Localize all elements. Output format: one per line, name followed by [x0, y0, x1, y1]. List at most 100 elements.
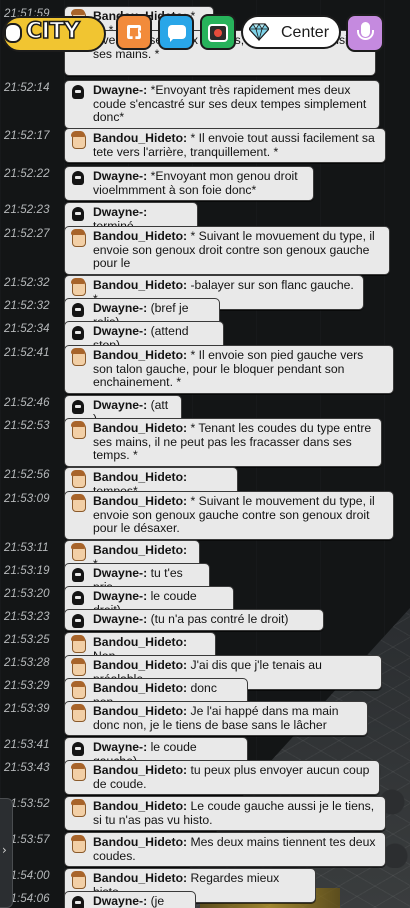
message-username[interactable]: Dwayne-:: [93, 83, 147, 97]
message-username[interactable]: Dwayne-:: [93, 894, 147, 908]
user-avatar-dwayne[interactable]: [68, 398, 88, 416]
chat-message-row: 21:52:53 Bandou_Hideto: * Tenant les coud…: [0, 418, 410, 467]
user-avatar-bandou[interactable]: [68, 681, 88, 699]
message-username[interactable]: Bandou_Hideto:: [93, 635, 187, 649]
user-avatar-bandou[interactable]: [68, 278, 88, 296]
message-text: (tu n'a pas contré le droit): [150, 612, 289, 626]
message-username[interactable]: Bandou_Hideto:: [93, 278, 187, 292]
user-avatar-dwayne[interactable]: [68, 566, 88, 584]
user-avatar-bandou[interactable]: [68, 348, 88, 366]
top-toolbar: CITY Center: [0, 0, 410, 60]
message-username[interactable]: Dwayne-:: [93, 740, 147, 754]
user-avatar-dwayne[interactable]: [68, 301, 88, 319]
microphone-icon[interactable]: [346, 14, 384, 52]
user-avatar-bandou[interactable]: [68, 835, 88, 853]
chat-message-row: 21:52:34Dwayne-: (attend stop): [0, 321, 410, 356]
chat-bubble[interactable]: Dwayne-: (je relis): [64, 891, 196, 908]
chat-bubble[interactable]: Bandou_Hideto: * Suivant le mouvement du…: [64, 491, 394, 540]
message-username[interactable]: Bandou_Hideto:: [93, 681, 187, 695]
message-timestamp: 21:53:41: [4, 739, 50, 751]
user-avatar-bandou[interactable]: [68, 470, 88, 488]
message-username[interactable]: Dwayne-:: [93, 398, 147, 412]
user-avatar-bandou[interactable]: [68, 131, 88, 149]
chat-message-row: 21:53:57 Bandou_Hideto: Mes deux mains ti…: [0, 832, 410, 867]
chat-message-row: 21:52:23Dwayne-: terminé: [0, 202, 410, 237]
user-avatar-bandou[interactable]: [68, 229, 88, 247]
user-avatar-dwayne[interactable]: [68, 324, 88, 342]
message-username[interactable]: Bandou_Hideto:: [93, 658, 187, 672]
message-username[interactable]: Bandou_Hideto:: [93, 470, 187, 484]
user-avatar-dwayne[interactable]: [68, 612, 88, 630]
message-username[interactable]: Bandou_Hideto:: [93, 421, 187, 435]
message-username[interactable]: Bandou_Hideto:: [93, 704, 187, 718]
chat-bubble[interactable]: Bandou_Hideto: * Il envoie tout aussi fa…: [64, 128, 386, 163]
chat-message-row: 21:53:25Bandou_Hideto: Non: [0, 632, 410, 667]
message-username[interactable]: Bandou_Hideto:: [93, 763, 187, 777]
message-username[interactable]: Bandou_Hideto:: [93, 835, 187, 849]
chat-bubble[interactable]: Dwayne-: *Envoyant très rapidement mes d…: [64, 80, 380, 129]
user-avatar-bandou[interactable]: [68, 871, 88, 889]
message-username[interactable]: Dwayne-:: [93, 589, 147, 603]
user-avatar-dwayne[interactable]: [68, 83, 88, 101]
chat-message-row: 21:53:28 Bandou_Hideto: J'ai dis que j'le…: [0, 655, 410, 690]
message-username[interactable]: Bandou_Hideto:: [93, 871, 187, 885]
user-avatar-bandou[interactable]: [68, 494, 88, 512]
side-panel-toggle[interactable]: ›: [0, 798, 13, 908]
chat-bubble[interactable]: Bandou_Hideto: * Suivant le movuement du…: [64, 226, 390, 275]
user-avatar-dwayne[interactable]: [68, 589, 88, 607]
message-timestamp: 21:52:34: [4, 323, 50, 335]
message-username[interactable]: Dwayne-:: [93, 324, 147, 338]
message-username[interactable]: Dwayne-:: [93, 205, 147, 219]
fullscreen-icon[interactable]: [116, 14, 152, 50]
message-timestamp: 21:52:53: [4, 420, 50, 432]
chat-bubble[interactable]: Bandou_Hideto: * Il envoie son pied gauc…: [64, 345, 394, 394]
message-username[interactable]: Dwayne-:: [93, 612, 147, 626]
chat-bubble[interactable]: Bandou_Hideto: Le coude gauche aussi je …: [64, 796, 386, 831]
chat-message-row: 21:53:39 Bandou_Hideto: Je l'ai happé dan…: [0, 701, 410, 736]
message-timestamp: 21:52:32: [4, 277, 50, 289]
chat-message-row: 21:52:27 Bandou_Hideto: * Suivant le movu…: [0, 226, 410, 275]
user-avatar-bandou[interactable]: [68, 799, 88, 817]
message-username[interactable]: Bandou_Hideto:: [93, 543, 187, 557]
user-avatar-dwayne[interactable]: [68, 205, 88, 223]
user-avatar-dwayne[interactable]: [68, 894, 88, 908]
message-username[interactable]: Bandou_Hideto:: [93, 494, 187, 508]
chat-bubble[interactable]: Bandou_Hideto: * Tenant les coudes du ty…: [64, 418, 382, 467]
room-center-button[interactable]: Center: [241, 15, 341, 49]
user-avatar-dwayne[interactable]: [68, 740, 88, 758]
chat-message-row: 21:54:00Bandou_Hideto: Regardes mieux hi…: [0, 868, 410, 903]
user-avatar-bandou[interactable]: [68, 421, 88, 439]
chat-icon[interactable]: [158, 14, 194, 50]
chat-message-row: 21:53:29Bandou_Hideto: donc non.: [0, 678, 410, 713]
message-username[interactable]: Bandou_Hideto:: [93, 131, 187, 145]
chat-message-row: 21:53:43 Bandou_Hideto: tu peux plus envo…: [0, 760, 410, 795]
chat-message-row: 21:52:32Dwayne-: (bref je relis): [0, 298, 410, 333]
message-username[interactable]: Dwayne-:: [93, 566, 147, 580]
user-avatar-bandou[interactable]: [68, 704, 88, 722]
chat-bubble[interactable]: Bandou_Hideto: tu peux plus envoyer aucu…: [64, 760, 380, 795]
chat-bubble[interactable]: Dwayne-: (tu n'a pas contré le droit): [64, 609, 324, 631]
chat-message-row: 21:52:14 Dwayne-: *Envoyant très rapideme…: [0, 80, 410, 129]
message-timestamp: 21:52:32: [4, 300, 50, 312]
message-username[interactable]: Bandou_Hideto:: [93, 799, 187, 813]
chat-bubble[interactable]: Bandou_Hideto: Mes deux mains tiennent t…: [64, 832, 386, 867]
message-timestamp: 21:52:41: [4, 347, 50, 359]
chat-bubble[interactable]: Bandou_Hideto: Je l'ai happé dans ma mai…: [64, 701, 368, 736]
user-avatar-bandou[interactable]: [68, 763, 88, 781]
logo-text: CITY: [25, 18, 80, 45]
message-username[interactable]: Dwayne-:: [93, 169, 147, 183]
message-username[interactable]: Dwayne-:: [93, 301, 147, 315]
message-username[interactable]: Bandou_Hideto:: [93, 348, 187, 362]
camera-icon[interactable]: [200, 14, 236, 50]
user-avatar-bandou[interactable]: [68, 635, 88, 653]
user-avatar-dwayne[interactable]: [68, 169, 88, 187]
chat-message-row: 21:53:41Dwayne-: le coude gauche): [0, 737, 410, 772]
chat-bubble[interactable]: Dwayne-: *Envoyant mon genou droit vioel…: [64, 166, 314, 201]
user-avatar-bandou[interactable]: [68, 658, 88, 676]
chevron-right-icon: ›: [2, 843, 7, 857]
chat-log: 21:51:59Bandou_Hideto: * IC *21:52:0?niv…: [0, 0, 410, 908]
city-logo[interactable]: CITY: [0, 10, 108, 56]
chat-message-row: 21:52:17 Bandou_Hideto: * Il envoie tout …: [0, 128, 410, 164]
message-username[interactable]: Bandou_Hideto:: [93, 229, 187, 243]
user-avatar-bandou[interactable]: [68, 543, 88, 561]
